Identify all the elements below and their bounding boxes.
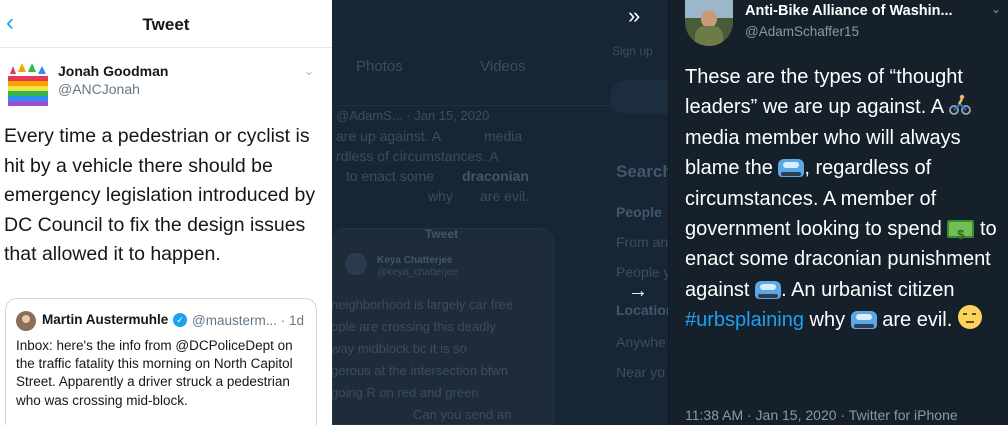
author-name[interactable]: Anti-Bike Alliance of Washin... xyxy=(745,3,953,19)
car-icon xyxy=(850,311,877,330)
bg-people-you: People y xyxy=(616,264,668,280)
tweet-timestamp[interactable]: 11:38 AM · Jan 15, 2020 · Twitter for iP… xyxy=(685,407,958,423)
tweet-text: Every time a pedestrian or cyclist is hi… xyxy=(4,125,316,265)
bg-tweet-line: to enact some xyxy=(346,168,434,184)
car-icon xyxy=(755,280,782,299)
bg-embedded-line: Can you send an xyxy=(413,407,512,422)
chevron-down-icon[interactable]: ⌄ xyxy=(991,2,1001,16)
bg-signup: Sign up xyxy=(612,44,653,58)
avatar[interactable] xyxy=(4,60,52,108)
bg-anywhere: Anywhe xyxy=(616,334,666,350)
bg-embedded-line: ople are crossing this deadly xyxy=(332,319,496,334)
bg-search-title: Search xyxy=(616,162,668,181)
right-tweet: Anti-Bike Alliance of Washin... @AdamSch… xyxy=(668,0,1008,425)
bg-from: From an xyxy=(616,234,668,250)
dollar-bill-icon xyxy=(947,220,975,250)
bg-embedded-author: Keya Chatterjee xyxy=(377,255,453,266)
background-twitter-page: Photos Videos @AdamS... · Jan 15, 2020 a… xyxy=(332,0,668,425)
bg-near: Near yo xyxy=(616,364,666,380)
bg-embedded-handle: @keya_chatterjee xyxy=(377,267,458,278)
chevron-down-icon[interactable]: ⌄ xyxy=(304,64,314,78)
bg-embedded-line: going R on red and green xyxy=(332,385,479,400)
bg-embedded-line: gerous at the intersection btwn xyxy=(332,363,509,378)
bg-search-pill xyxy=(610,80,668,114)
bg-embedded-tweet: Tweet Keya Chatterjee @keya_chatterjee n… xyxy=(332,227,554,425)
left-screenshot: ‹ Tweet Jonah Goodman @ANCJonah ⌄ Every … xyxy=(0,0,332,425)
tab-videos: Videos xyxy=(480,58,526,75)
quote-handle-time: @mausterm... · 1d xyxy=(192,313,304,328)
bg-embedded-title: Tweet xyxy=(425,227,459,241)
bg-embedded-line: way midblock bc it is so xyxy=(332,341,467,356)
arrow-right-icon[interactable]: → xyxy=(628,280,648,303)
bg-tweet-header: @AdamS... · Jan 15, 2020 xyxy=(336,108,490,123)
bg-tweet-line: are evil. xyxy=(480,188,530,204)
bg-embedded-line: neighborhood is largely car free xyxy=(332,297,514,312)
tweet-text: These are the types of “thought leaders”… xyxy=(685,62,1005,336)
quote-avatar xyxy=(16,311,36,331)
quoted-tweet[interactable]: Martin Austermuhle ✓ @mausterm... · 1d I… xyxy=(5,298,317,425)
page-title: Tweet xyxy=(142,15,190,34)
avatar[interactable] xyxy=(685,0,733,46)
bg-avatar xyxy=(345,253,367,275)
bg-tweet-line: why xyxy=(428,188,453,204)
bg-tweet-line: rdless of circumstances. A xyxy=(336,148,499,164)
hashtag-link[interactable]: #urbsplaining xyxy=(685,309,804,331)
bicycle-icon xyxy=(948,95,971,116)
bg-tweet-line: draconian xyxy=(462,168,529,184)
author-handle[interactable]: @AdamSchaffer15 xyxy=(745,24,859,39)
quote-author-name: Martin Austermuhle xyxy=(42,312,169,327)
quote-text: Inbox: here's the info from @DCPoliceDep… xyxy=(16,338,293,408)
author-handle[interactable]: @ANCJonah xyxy=(58,81,140,97)
tab-photos: Photos xyxy=(356,58,403,75)
bg-people: People xyxy=(616,204,662,220)
car-icon xyxy=(778,159,805,178)
tweet-navbar: ‹ Tweet xyxy=(0,0,332,48)
author-name[interactable]: Jonah Goodman xyxy=(58,63,168,79)
bg-tweet-line: are up against. A xyxy=(336,128,442,144)
bg-location: Location xyxy=(616,302,668,318)
verified-badge-icon: ✓ xyxy=(173,313,187,327)
unamused-face-icon xyxy=(957,305,982,330)
double-chevron-right-icon[interactable]: » xyxy=(628,3,640,29)
bg-tweet-line: media xyxy=(484,128,523,144)
